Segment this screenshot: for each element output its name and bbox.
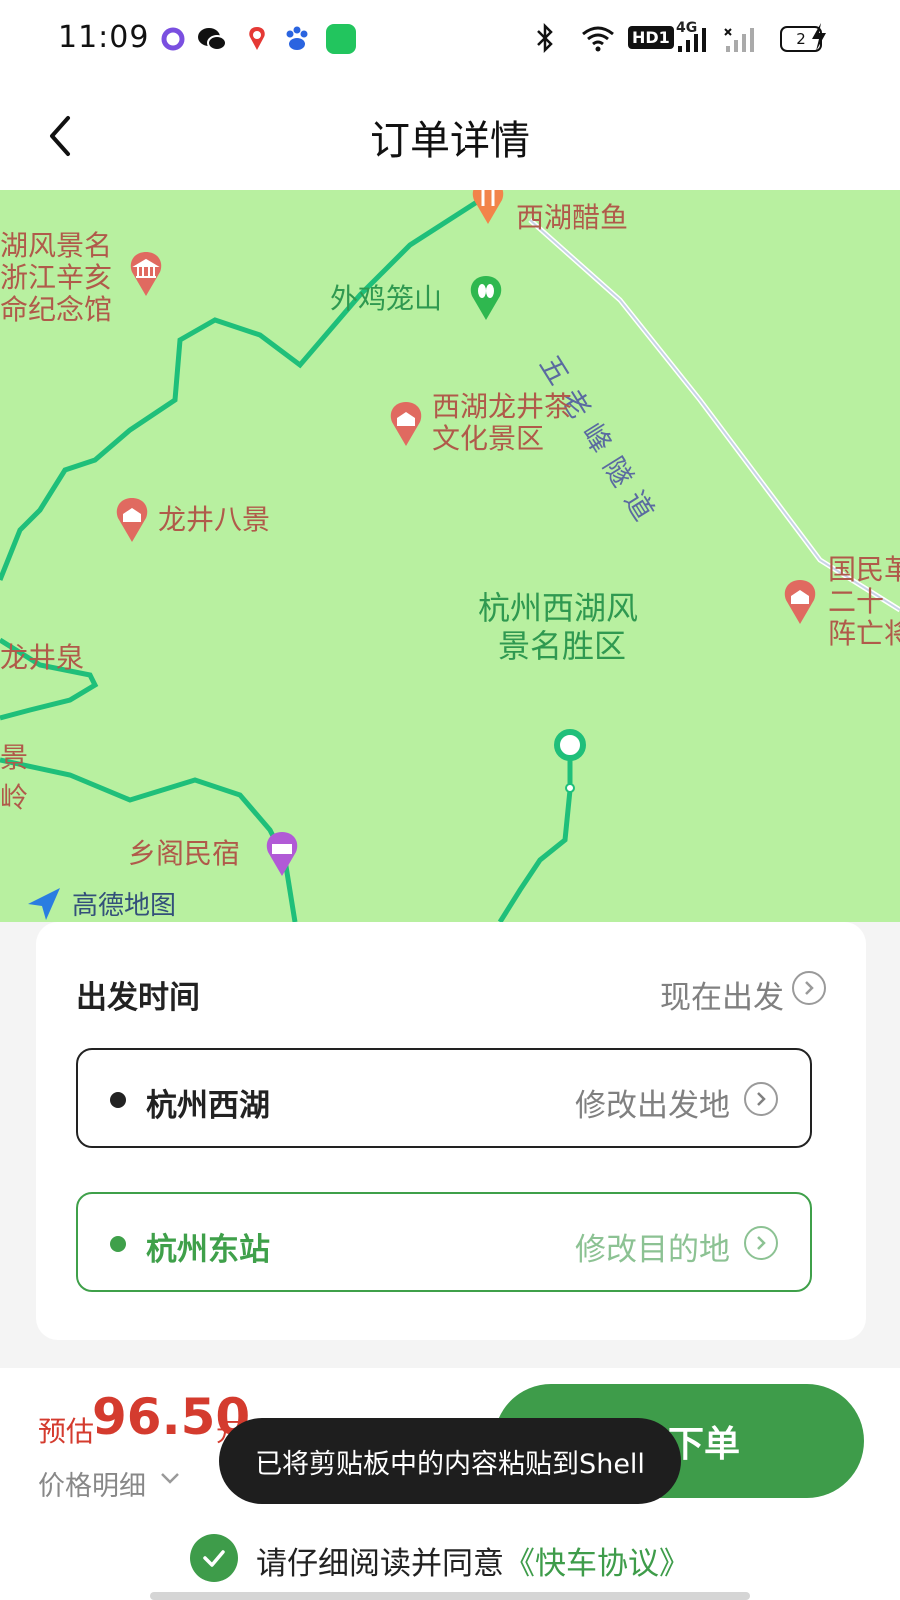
map-label: 西湖醋鱼: [516, 201, 629, 234]
wifi-icon: [580, 24, 616, 58]
map-label: 湖风景名: [0, 229, 113, 262]
hotel-icon: [262, 830, 302, 878]
map-canvas: [0, 197, 900, 922]
origin-name: 杭州西湖: [146, 1088, 270, 1124]
chevron-down-icon[interactable]: [160, 1468, 180, 1488]
baidu-icon: [282, 24, 312, 54]
agreement-link[interactable]: 《快车协议》: [504, 1546, 690, 1582]
scenic-spot-icon: [780, 578, 820, 626]
origin-dot-icon: [110, 1092, 126, 1108]
map-label: 外鸡笼山: [330, 282, 443, 315]
map-label: 西湖龙井茶: [432, 390, 573, 423]
change-origin-button[interactable]: 修改出发地: [575, 1080, 730, 1125]
checkmark-icon[interactable]: [190, 1534, 238, 1582]
scenic-spot-icon: [386, 400, 426, 448]
agreement-text: 请仔细阅读并同意《快车协议》: [256, 1538, 690, 1583]
price-detail-link[interactable]: 价格明细: [38, 1464, 146, 1503]
map-label: 岭: [0, 781, 29, 814]
map-view[interactable]: 西湖醋鱼 湖风景名 浙江辛亥 命纪念馆 外鸡笼山 五老峰隧道 西湖龙井茶 文化景…: [0, 190, 900, 922]
maps-pin-icon: [242, 24, 272, 54]
museum-icon: [126, 250, 166, 298]
destination-dot-icon: [110, 1236, 126, 1252]
clipboard-toast: 已将剪贴板中的内容粘贴到Shell: [219, 1418, 681, 1504]
origin-field[interactable]: 杭州西湖 修改出发地: [76, 1048, 812, 1148]
map-logo-label: 高德地图: [72, 891, 177, 921]
scenic-spot-icon: [112, 496, 152, 544]
home-indicator[interactable]: [150, 1592, 750, 1600]
map-label: 景名胜区: [498, 627, 627, 665]
chevron-right-icon[interactable]: [744, 1226, 778, 1260]
map-label: 乡阁民宿: [128, 837, 241, 870]
circle-app-icon: [158, 24, 188, 54]
navigation-arrow-icon: [24, 884, 64, 922]
status-time: 11:09: [58, 20, 150, 55]
chevron-right-icon[interactable]: [744, 1082, 778, 1116]
map-label: 文化景区: [432, 422, 545, 455]
departure-time-label: 出发时间: [76, 980, 200, 1016]
map-label: 景: [0, 741, 29, 774]
destination-field[interactable]: 杭州东站 修改目的地: [76, 1192, 812, 1292]
status-bar: 11:09 HD1 4G 2: [0, 0, 900, 80]
bluetooth-icon: [534, 22, 556, 60]
map-label: 阵亡将: [828, 617, 900, 650]
map-label: 杭州西湖风: [478, 589, 639, 627]
restaurant-icon: [468, 190, 508, 226]
page-title: 订单详情: [370, 118, 530, 164]
map-label: 命纪念馆: [0, 293, 113, 326]
departure-time-value[interactable]: 现在出发: [660, 972, 784, 1017]
green-app-icon: [326, 24, 356, 54]
signal-2-icon: [724, 28, 758, 58]
chevron-right-icon[interactable]: [792, 971, 826, 1005]
signal-icon: [676, 28, 710, 58]
header-bar: 订单详情: [0, 80, 900, 190]
trip-panel: 出发时间 现在出发 杭州西湖 修改出发地 杭州东站 修改目的地: [36, 922, 866, 1340]
hd-badge: HD1: [628, 26, 674, 49]
change-destination-button[interactable]: 修改目的地: [575, 1224, 730, 1269]
map-label: 龙井八景: [158, 503, 271, 536]
destination-name: 杭州东站: [146, 1232, 270, 1268]
agreement-prefix: 请仔细阅读并同意: [256, 1546, 504, 1582]
map-label: 国民革: [828, 553, 900, 586]
park-icon: [466, 274, 506, 322]
charging-icon: [810, 22, 828, 59]
map-label: 浙江辛亥: [0, 261, 113, 294]
map-label: 龙井泉: [0, 641, 85, 674]
wechat-icon: [196, 24, 227, 54]
bottom-bar: 预估 96.50 元 价格明细 下单 已将剪贴板中的内容粘贴到Shell 请仔细…: [0, 1368, 900, 1600]
map-label: 二十: [828, 585, 885, 618]
estimate-label: 预估: [38, 1415, 95, 1448]
